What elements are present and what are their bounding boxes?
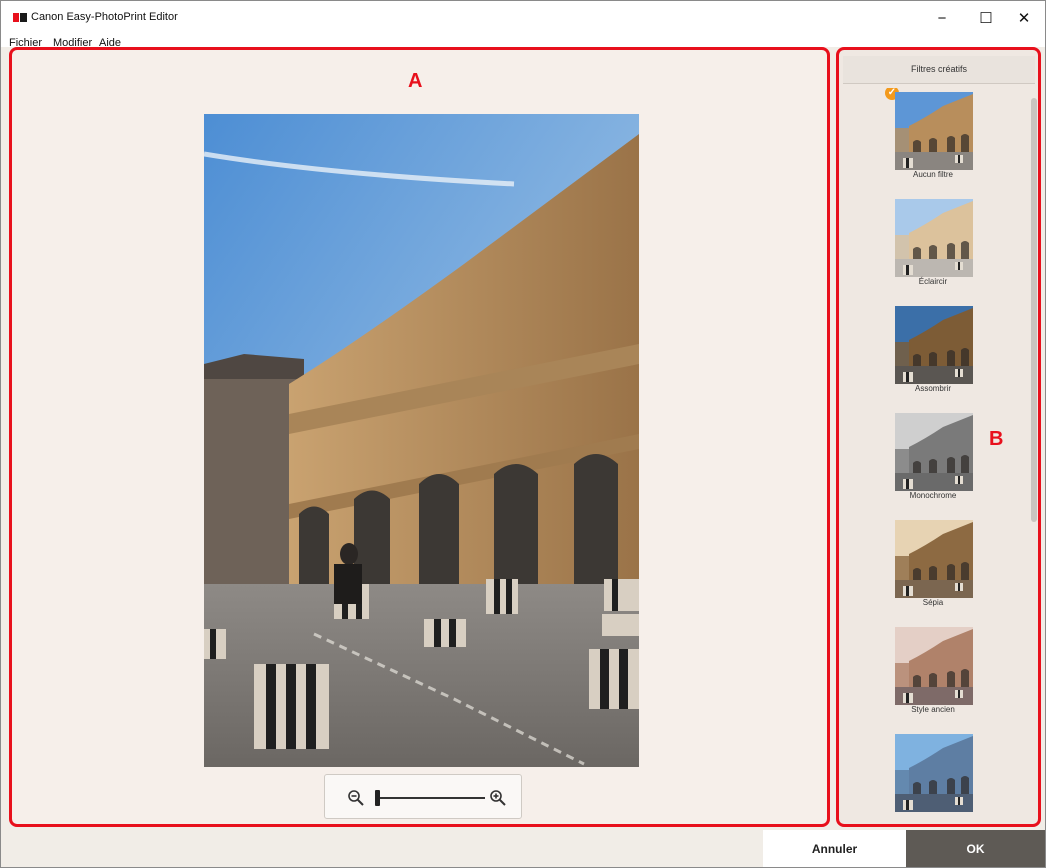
menu-bar: Fichier Modifier Aide: [1, 35, 1045, 47]
filter-item[interactable]: [891, 730, 975, 824]
zoom-in-icon[interactable]: [489, 789, 507, 807]
filter-label: Éclaircir: [918, 277, 948, 286]
filter-label: Assombrir: [914, 384, 951, 393]
minimize-button[interactable]: −: [919, 1, 965, 35]
cancel-button[interactable]: Annuler: [763, 830, 906, 867]
window-title: Canon Easy-PhotoPrint Editor: [31, 11, 178, 23]
menu-file[interactable]: Fichier: [9, 37, 42, 47]
zoom-slider-thumb[interactable]: [375, 790, 380, 806]
filter-item[interactable]: Assombrir: [891, 302, 975, 402]
photo-image: [204, 114, 639, 767]
menu-edit[interactable]: Modifier: [53, 37, 92, 47]
menu-help[interactable]: Aide: [99, 37, 121, 47]
ok-button[interactable]: OK: [906, 830, 1045, 867]
filter-item[interactable]: Sépia: [891, 516, 975, 616]
filter-thumbnail: [895, 413, 973, 491]
filter-panel-title: Filtres créatifs: [910, 64, 967, 74]
callout-a: A: [408, 70, 423, 92]
filter-list: ✓ Aucun filtre Éclaircir Assombrir Monoc…: [839, 88, 1029, 824]
close-button[interactable]: ✕: [1001, 1, 1045, 35]
filter-panel-header: Filtres créatifs: [843, 56, 1035, 84]
app-window: Canon Easy-PhotoPrint Editor − ☐ ✕ Fichi…: [0, 0, 1046, 868]
title-bar: Canon Easy-PhotoPrint Editor − ☐ ✕: [1, 1, 1045, 35]
filter-scrollbar[interactable]: [1031, 98, 1037, 522]
filter-thumbnail: [895, 199, 973, 277]
filter-label: Monochrome: [909, 491, 957, 500]
filter-label: Style ancien: [911, 705, 955, 714]
filter-thumbnail: [895, 92, 973, 170]
filter-item[interactable]: Éclaircir: [891, 195, 975, 295]
zoom-control: [324, 774, 522, 819]
filter-panel: Filtres créatifs B ✓ Aucun filtre Éclair…: [836, 47, 1041, 827]
filter-label: Sépia: [922, 598, 944, 607]
zoom-out-icon[interactable]: [347, 789, 365, 807]
filter-item[interactable]: ✓ Aucun filtre: [885, 88, 975, 188]
filter-thumbnail: [895, 520, 973, 598]
preview-area: A: [9, 47, 830, 827]
preview-photo[interactable]: [204, 114, 639, 767]
zoom-slider-track[interactable]: [375, 797, 485, 799]
filter-item[interactable]: Style ancien: [891, 623, 975, 723]
filter-thumbnail: [895, 627, 973, 705]
filter-label: Aucun filtre: [912, 170, 954, 179]
filter-thumbnail: [895, 306, 973, 384]
app-logo-icon: [13, 13, 27, 22]
filter-thumbnail: [895, 734, 973, 812]
filter-item[interactable]: Monochrome: [891, 409, 975, 509]
